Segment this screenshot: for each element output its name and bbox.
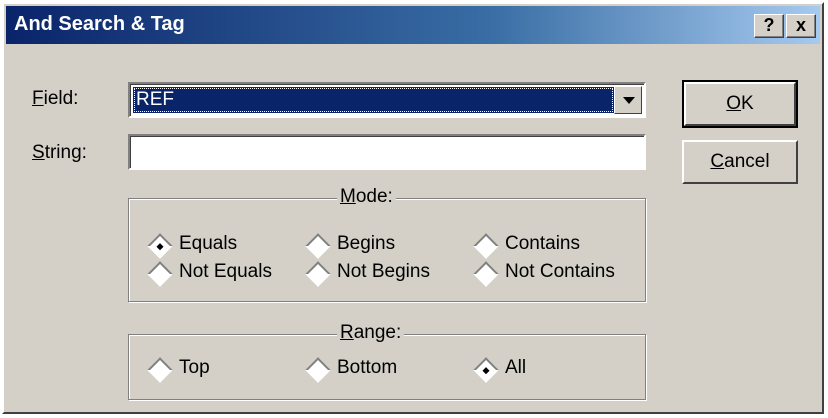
dropdown-button[interactable] bbox=[614, 86, 642, 114]
ok-button[interactable]: OK bbox=[682, 80, 798, 128]
help-icon: ? bbox=[763, 15, 775, 35]
range-group-title: Range: bbox=[337, 322, 405, 344]
radio-diamond-icon bbox=[305, 233, 331, 259]
window-title: And Search & Tag bbox=[14, 13, 185, 35]
radio-diamond-icon bbox=[305, 357, 331, 383]
radio-diamond-icon bbox=[147, 261, 173, 287]
range-group: Range: Top Bottom All bbox=[128, 322, 646, 400]
radio-diamond-icon bbox=[147, 233, 173, 259]
radio-diamond-icon bbox=[473, 357, 499, 383]
field-select[interactable]: REF bbox=[128, 82, 646, 118]
title-bar[interactable]: And Search & Tag ? x bbox=[6, 6, 820, 44]
field-label: Field: bbox=[32, 88, 79, 109]
string-input[interactable] bbox=[128, 134, 646, 170]
field-select-value: REF bbox=[133, 87, 614, 113]
mode-group-title: Mode: bbox=[337, 186, 396, 208]
close-icon: x bbox=[795, 15, 806, 35]
mode-group: Mode: Equals Begins Contains Not Equals … bbox=[128, 186, 646, 302]
cancel-button[interactable]: Cancel bbox=[682, 140, 798, 184]
radio-diamond-icon bbox=[147, 357, 173, 383]
radio-diamond-icon bbox=[305, 261, 331, 287]
string-label: String: bbox=[32, 142, 87, 163]
search-tag-dialog: And Search & Tag ? x Field: REF String: … bbox=[2, 2, 824, 414]
close-button[interactable]: x bbox=[786, 14, 816, 38]
radio-diamond-icon bbox=[473, 233, 499, 259]
radio-diamond-icon bbox=[473, 261, 499, 287]
help-button[interactable]: ? bbox=[754, 14, 784, 38]
chevron-down-icon bbox=[623, 97, 635, 104]
